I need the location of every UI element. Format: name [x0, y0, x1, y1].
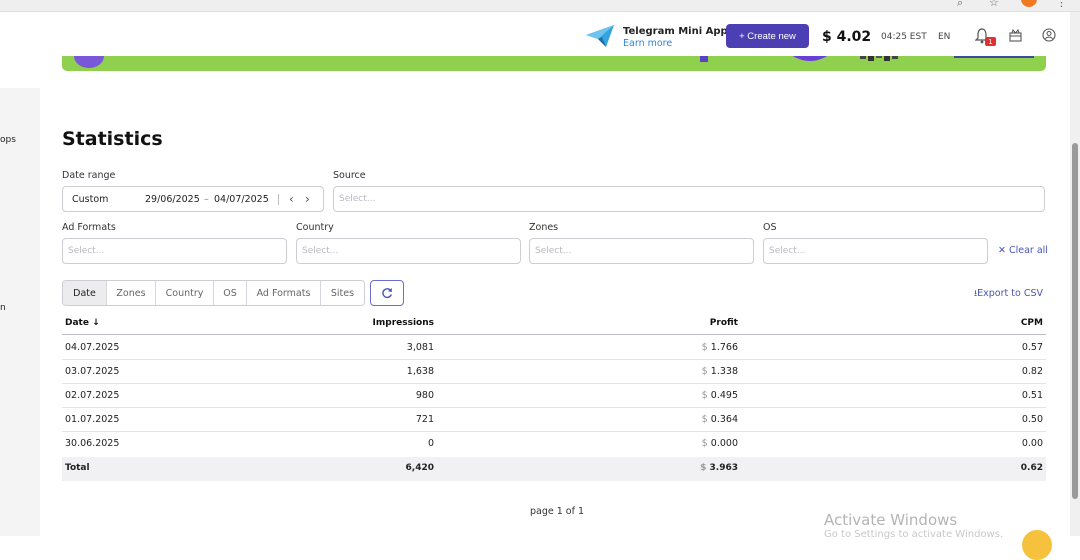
- date-range-label: Date range: [62, 170, 116, 181]
- refresh-button[interactable]: [370, 280, 404, 306]
- windows-watermark: Activate Windows: [824, 511, 958, 529]
- sidebar-item-apps[interactable]: ops: [0, 135, 16, 145]
- promo-link[interactable]: Earn more: [623, 38, 672, 49]
- table-row-cpm: 0.82: [1021, 366, 1043, 377]
- windows-watermark-sub: Go to Settings to activate Windows.: [824, 529, 1004, 540]
- divider: [278, 194, 279, 205]
- table-row-cpm: 0.00: [1021, 438, 1043, 449]
- clear-all-button[interactable]: ✕ Clear all: [998, 245, 1048, 256]
- banner-logo: [74, 56, 104, 68]
- banner-art: [700, 56, 898, 62]
- telegram-icon: [586, 25, 614, 47]
- group-by-tabs: Date Zones Country OS Ad Formats Sites: [62, 280, 365, 306]
- table-row-impressions: 721: [415, 414, 434, 425]
- total-profit: $ 3.963: [700, 463, 738, 473]
- user-icon[interactable]: [1042, 28, 1056, 42]
- chevron-left-icon[interactable]: ‹: [289, 192, 294, 206]
- row-divider: [62, 407, 1046, 408]
- total-row: [62, 457, 1046, 481]
- col-header-date[interactable]: Date ↓: [65, 318, 100, 328]
- total-label: Total: [65, 463, 90, 473]
- banner-button[interactable]: [954, 56, 1034, 58]
- refresh-icon: [382, 288, 392, 299]
- table-row-date: 03.07.2025: [65, 366, 120, 377]
- zones-label: Zones: [529, 222, 559, 233]
- chevron-right-icon[interactable]: ›: [305, 192, 310, 206]
- notification-badge: 1: [985, 37, 996, 46]
- table-row-date: 30.06.2025: [65, 438, 120, 449]
- table-row-profit: $ 0.000: [701, 438, 738, 449]
- table-row-profit: $ 1.338: [701, 366, 738, 377]
- zones-select[interactable]: Select...: [529, 238, 754, 264]
- row-divider: [62, 383, 1046, 384]
- total-cpm: 0.62: [1020, 463, 1043, 473]
- date-from[interactable]: 29/06/2025: [145, 194, 200, 205]
- sidebar: [0, 88, 40, 536]
- tab-zones[interactable]: Zones: [107, 281, 156, 305]
- star-icon[interactable]: ☆: [989, 0, 999, 9]
- source-select[interactable]: Select...: [333, 186, 1045, 212]
- scrollbar-thumb[interactable]: [1072, 143, 1078, 499]
- zoom-icon[interactable]: ⌕: [957, 0, 963, 10]
- table-row-date: 01.07.2025: [65, 414, 120, 425]
- gift-icon[interactable]: [1009, 29, 1022, 42]
- sidebar-item-partial[interactable]: n: [0, 303, 6, 313]
- table-row-cpm: 0.57: [1021, 342, 1043, 353]
- table-row-impressions: 1,638: [406, 366, 434, 377]
- row-divider: [62, 431, 1046, 432]
- menu-icon[interactable]: ⋮: [1056, 0, 1067, 9]
- date-to[interactable]: 04/07/2025: [214, 194, 269, 205]
- language-selector[interactable]: EN: [938, 32, 950, 42]
- table-row-cpm: 0.51: [1021, 390, 1043, 401]
- pagination: page 1 of 1: [530, 506, 585, 517]
- country-label: Country: [296, 222, 334, 233]
- col-header-impressions[interactable]: Impressions: [334, 318, 434, 328]
- country-select[interactable]: Select...: [296, 238, 521, 264]
- profile-avatar[interactable]: [1021, 0, 1037, 7]
- clock: 04:25 EST: [881, 32, 927, 42]
- export-csv-button[interactable]: ⭳Export to CSV: [974, 286, 1043, 302]
- header-divider: [62, 334, 1046, 335]
- row-divider: [62, 359, 1046, 360]
- table-row-profit: $ 1.766: [701, 342, 738, 353]
- table-row-date: 02.07.2025: [65, 390, 120, 401]
- ad-formats-label: Ad Formats: [62, 222, 116, 233]
- export-label: Export to CSV: [977, 288, 1043, 299]
- source-label: Source: [333, 170, 366, 181]
- table-row-cpm: 0.50: [1021, 414, 1043, 425]
- ad-formats-select[interactable]: Select...: [62, 238, 287, 264]
- table-row-impressions: 980: [415, 390, 434, 401]
- table-row-impressions: 0: [427, 438, 434, 449]
- create-new-button[interactable]: + Create new: [726, 24, 809, 48]
- tab-ad-formats[interactable]: Ad Formats: [247, 281, 321, 305]
- table-row-impressions: 3,081: [406, 342, 434, 353]
- browser-strip: ⌕ ☆ ⋮: [0, 0, 1080, 12]
- os-select[interactable]: Select...: [763, 238, 988, 264]
- col-header-profit[interactable]: Profit: [638, 318, 738, 328]
- os-label: OS: [763, 222, 777, 233]
- tab-os[interactable]: OS: [214, 281, 247, 305]
- table-row-profit: $ 0.364: [701, 414, 738, 425]
- date-mode[interactable]: Custom: [72, 194, 108, 205]
- promo-title[interactable]: Telegram Mini Apps: [623, 26, 734, 37]
- promo-banner[interactable]: [62, 56, 1046, 71]
- date-separator: –: [204, 194, 209, 205]
- table-row-date: 04.07.2025: [65, 342, 120, 353]
- date-range-picker[interactable]: Custom 29/06/2025 – 04/07/2025 ‹ ›: [62, 186, 324, 212]
- tab-date[interactable]: Date: [63, 281, 107, 305]
- account-balance: $ 4.02: [822, 29, 872, 45]
- chat-widget-button[interactable]: [1022, 530, 1052, 560]
- page-title: Statistics: [62, 128, 163, 150]
- tab-sites[interactable]: Sites: [321, 281, 364, 305]
- table-row-profit: $ 0.495: [701, 390, 738, 401]
- col-header-cpm[interactable]: CPM: [943, 318, 1043, 328]
- total-impressions: 6,420: [405, 463, 434, 473]
- tab-country[interactable]: Country: [156, 281, 214, 305]
